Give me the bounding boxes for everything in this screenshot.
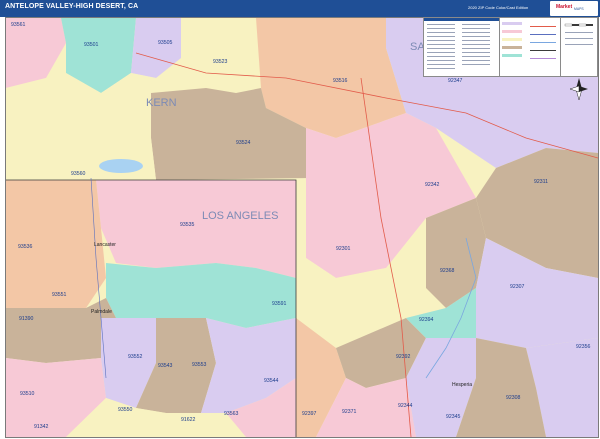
zip-label: 92368 — [440, 268, 455, 274]
zip-label: 93536 — [18, 244, 33, 250]
map-title: ANTELOPE VALLEY-HIGH DESERT, CA — [5, 3, 139, 10]
map-svg: KERN LOS ANGELES SAN Lancaster Palmdale … — [6, 18, 598, 437]
compass-icon — [570, 78, 588, 100]
zip-label: 93505 — [158, 40, 173, 46]
zip-label: 92311 — [534, 179, 548, 185]
key-line — [530, 50, 556, 51]
key-swatch — [502, 54, 522, 57]
zip-label: 93523 — [213, 59, 228, 65]
publisher-logo: Market MAPS — [550, 1, 598, 16]
city-label-lancaster: Lancaster — [94, 242, 116, 248]
city-label-hesperia: Hesperia — [452, 382, 472, 388]
zip-label: 93591 — [272, 301, 287, 307]
zip-label: 92344 — [398, 403, 413, 409]
zip-label: 92301 — [336, 246, 351, 252]
compass-rose — [570, 78, 588, 100]
zip-label: 92397 — [302, 411, 317, 417]
zip-label: 93551 — [52, 292, 67, 298]
key-line — [530, 42, 556, 43]
city-label-palmdale: Palmdale — [91, 309, 112, 315]
zip-legend-panel — [423, 17, 500, 77]
key-line — [530, 58, 556, 59]
zip-label: 92307 — [510, 284, 525, 290]
zip-label: 91342 — [34, 424, 49, 430]
zip-area-93535 — [96, 180, 296, 278]
zip-label: 92342 — [425, 182, 440, 188]
zip-label: 93524 — [236, 140, 251, 146]
zip-area-93523 — [181, 18, 261, 93]
zip-label: 93516 — [333, 78, 348, 84]
edition-label: 2020 ZIP Code Color/Cast Edition — [468, 5, 529, 10]
title-bar: ANTELOPE VALLEY-HIGH DESERT, CA 2020 ZIP… — [0, 0, 600, 17]
map-canvas[interactable]: KERN LOS ANGELES SAN Lancaster Palmdale … — [5, 17, 599, 438]
zip-label: 92345 — [446, 414, 461, 420]
logo-sub: MAPS — [574, 7, 584, 11]
zip-label: 92392 — [396, 354, 411, 360]
key-line — [530, 26, 556, 27]
key-swatch — [502, 38, 522, 41]
zip-label: 93553 — [192, 362, 207, 368]
zip-label: 92347 — [448, 78, 463, 84]
logo-brand: Market — [556, 4, 573, 10]
zip-label: 93561 — [11, 22, 26, 28]
zip-label: 93552 — [128, 354, 143, 360]
map-page: ANTELOPE VALLEY-HIGH DESERT, CA 2020 ZIP… — [0, 0, 600, 439]
county-label-kern: KERN — [146, 97, 177, 109]
zip-label: 92308 — [506, 395, 521, 401]
scale-graphic — [564, 23, 593, 45]
legend-lines — [427, 24, 490, 69]
zip-label: 93563 — [224, 411, 239, 417]
zip-label: 93535 — [180, 222, 195, 228]
zip-label: 92394 — [419, 317, 434, 323]
zip-label: 93544 — [264, 378, 279, 384]
scale-panel — [560, 17, 598, 77]
lake-shape — [99, 159, 143, 173]
map-key-panel — [499, 17, 561, 77]
zip-label: 91622 — [181, 417, 196, 423]
key-swatch — [502, 46, 522, 49]
key-line — [530, 34, 556, 35]
zip-label: 93510 — [20, 391, 35, 397]
key-swatch — [502, 30, 522, 33]
zip-label: 93543 — [158, 363, 173, 369]
zip-label: 91390 — [19, 316, 34, 322]
county-label-los-angeles: LOS ANGELES — [202, 210, 278, 222]
key-swatch — [502, 22, 522, 25]
zip-label: 93560 — [71, 171, 86, 177]
zip-label: 92356 — [576, 344, 591, 350]
zip-label: 93501 — [84, 42, 99, 48]
zip-label: 93550 — [118, 407, 133, 413]
zip-label: 92371 — [342, 409, 357, 415]
